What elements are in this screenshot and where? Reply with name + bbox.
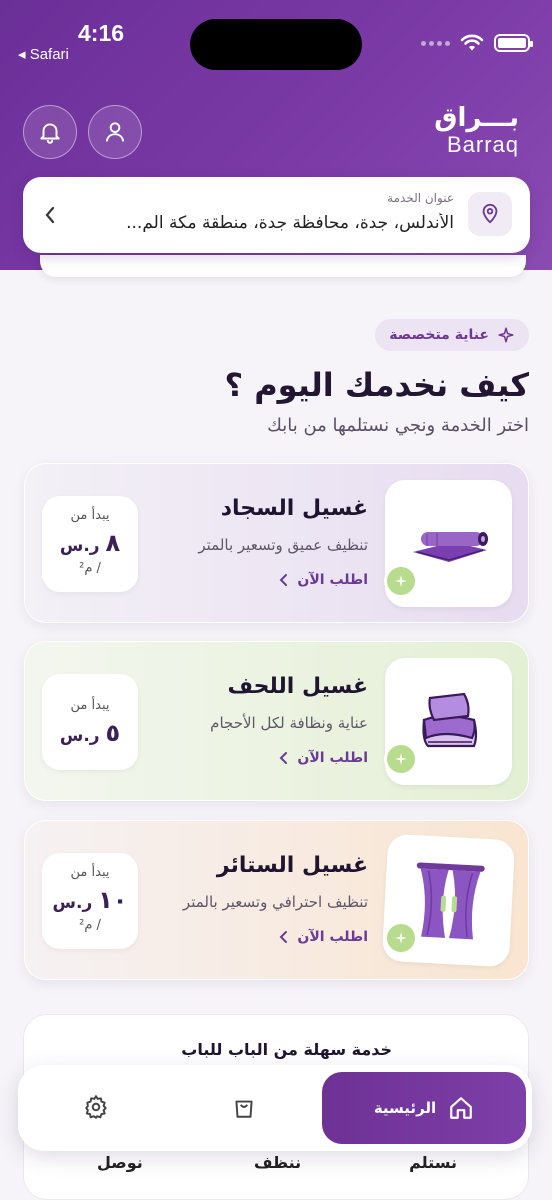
service-title: غسيل الستائر [216,853,368,878]
price-amount: ٨ ر.س [42,529,138,557]
page-subtitle: اختر الخدمة ونجي نستلمها من بابك [267,415,529,436]
service-description: عناية ونظافة لكل الأحجام [210,714,368,732]
price-unit: / م² [79,918,101,933]
address-value: الأندلس، جدة، محافظة جدة، منطقة مكة الم.… [126,213,454,233]
location-pin-box [468,192,512,236]
address-label: عنوان الخدمة [387,191,454,205]
chevron-left-icon [45,206,55,224]
chevron-left-icon [280,752,288,764]
price-currency: ر.س [52,893,93,913]
home-icon [450,1097,473,1119]
nav-settings-tab[interactable] [82,1093,110,1121]
nav-home-tab[interactable]: الرئيسية [322,1072,526,1144]
order-now-link[interactable]: اطلب الآن [279,929,368,945]
price-box: يبدأ من ٨ ر.س / م² [42,496,138,592]
service-description: تنظيف عميق وتسعير بالمتر [198,536,368,554]
door-to-door-title: خدمة سهلة من الباب للباب [181,1040,392,1059]
service-card-blanket[interactable]: غسيل اللحف عناية ونظافة لكل الأحجام اطلب… [24,641,529,801]
sparkle-badge-icon [384,921,418,955]
hidden-card-edge [40,255,526,277]
price-amount: ١٠ ر.س [42,886,138,914]
specialized-care-badge: عناية متخصصة [375,319,529,351]
shopping-bag-icon [235,1100,253,1118]
cellular-signal-icon [421,40,450,46]
price-amount: ٥ ر.س [42,719,138,747]
sparkle-badge-icon [384,564,418,598]
service-description: تنظيف احترافي وتسعير بالمتر [182,893,368,911]
dynamic-island [190,19,362,70]
order-now-label: اطلب الآن [297,929,368,945]
page-title: كيف نخدمك اليوم ؟ [224,366,530,404]
notifications-button[interactable] [23,105,77,159]
logo-english: Barraq [446,132,519,157]
step-deliver: نوصل [97,1153,143,1172]
battery-icon [494,34,533,52]
location-pin-icon [482,203,498,224]
price-currency: ر.س [59,536,100,556]
service-title: غسيل اللحف [227,674,368,699]
price-currency: ر.س [59,726,100,746]
price-from-label: يبدأ من [70,698,110,713]
sparkle-icon [498,327,514,343]
step-clean: ننظف [254,1153,302,1172]
badge-label: عناية متخصصة [389,327,489,343]
status-bar: 4:16 ◂ Safari [0,0,552,80]
nav-home-label: الرئيسية [373,1099,437,1117]
chevron-left-icon [280,574,288,586]
bell-icon [40,123,60,144]
price-from-label: يبدأ من [70,865,110,880]
order-now-link[interactable]: اطلب الآن [279,750,368,766]
order-now-link[interactable]: اطلب الآن [279,572,368,588]
order-now-label: اطلب الآن [297,750,368,766]
service-card-curtain[interactable]: غسيل الستائر تنظيف احترافي وتسعير بالمتر… [24,820,529,980]
price-value: ١٠ [98,886,128,914]
user-icon [105,122,125,142]
brand-logo: بـــراق Barraq [434,104,519,158]
gear-icon [85,1095,107,1119]
price-box: يبدأ من ٥ ر.س [42,674,138,770]
curtain-icon [416,861,485,939]
price-box: يبدأ من ١٠ ر.س / م² [42,853,138,949]
status-time: 4:16 [78,20,125,46]
logo-arabic: بـــراق [434,103,519,133]
service-title: غسيل السجاد [220,496,368,521]
carpet-icon [412,531,488,562]
profile-button[interactable] [88,105,142,159]
blanket-icon [421,692,477,747]
price-value: ٥ [105,719,121,747]
wifi-icon [460,34,484,51]
price-unit: / م² [79,561,101,576]
sparkle-badge-icon [384,742,418,776]
price-value: ٨ [105,529,121,557]
back-to-safari-link[interactable]: ◂ Safari [18,45,69,63]
chevron-left-icon [280,931,288,943]
service-address-selector[interactable]: عنوان الخدمة الأندلس، جدة، محافظة جدة، م… [23,177,530,253]
price-from-label: يبدأ من [70,508,110,523]
step-receive: نستلم [409,1153,457,1172]
status-icons [421,34,533,52]
order-now-label: اطلب الآن [297,572,368,588]
service-card-carpet[interactable]: غسيل السجاد تنظيف عميق وتسعير بالمتر اطل… [24,463,529,623]
nav-orders-tab[interactable] [230,1093,258,1121]
